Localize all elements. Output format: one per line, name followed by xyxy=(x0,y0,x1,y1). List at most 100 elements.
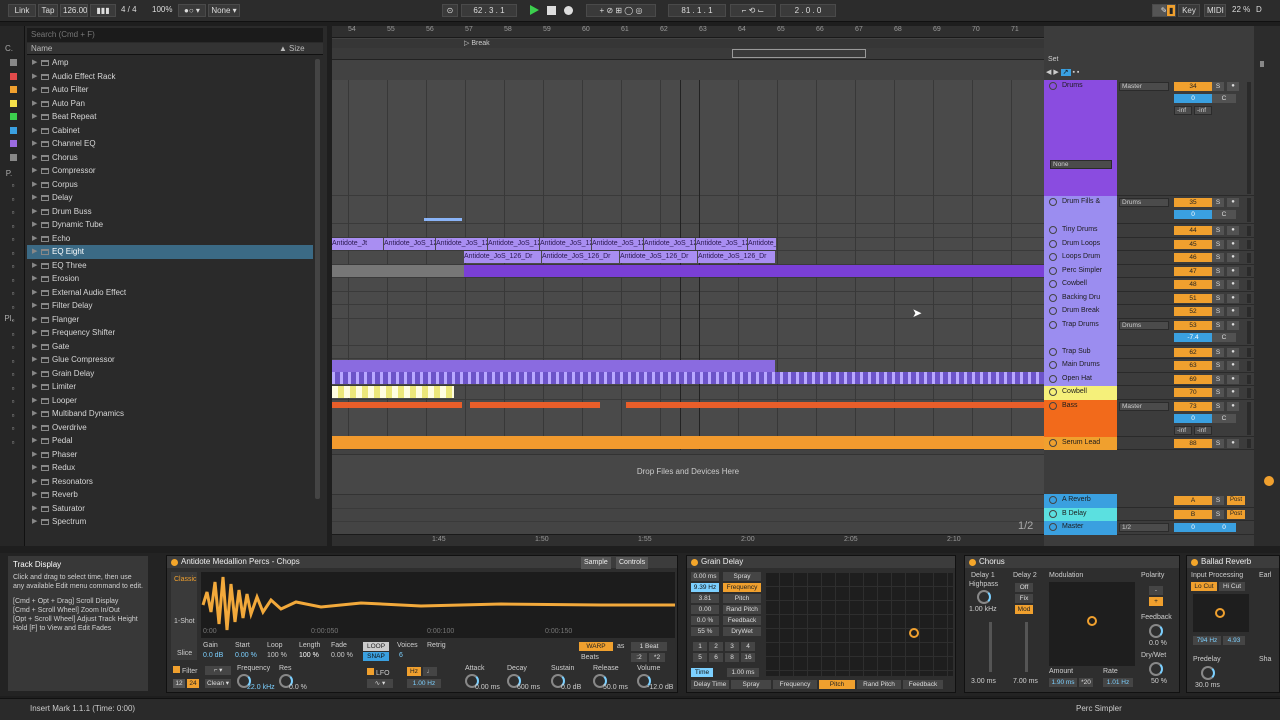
audio-clip[interactable] xyxy=(332,402,462,408)
return-track-name[interactable]: B Delay xyxy=(1044,507,1117,521)
release-value[interactable]: 50.0 ms xyxy=(603,684,628,691)
sustain-value[interactable]: 0.0 dB xyxy=(561,684,581,691)
audio-clip[interactable]: Antidote_Jt xyxy=(332,238,383,250)
grain-grid-button[interactable]: 1 xyxy=(693,642,707,651)
arm-button[interactable]: ● xyxy=(1227,280,1239,289)
browser-item[interactable]: ▶ Drum Buss xyxy=(27,205,313,219)
track-header[interactable]: Bass Master 73 S ● 0 C -inf -inf xyxy=(1044,399,1254,437)
expand-arrow-icon[interactable]: ▶ xyxy=(32,83,37,97)
track-lane[interactable] xyxy=(332,305,1044,319)
predelay-value[interactable]: 30.0 ms xyxy=(1195,682,1220,689)
track-fold-icon[interactable] xyxy=(1049,388,1057,396)
return-track-name[interactable]: Master xyxy=(1044,521,1117,535)
arrangement-position-button[interactable]: ⊙ xyxy=(442,4,458,17)
expand-arrow-icon[interactable]: ▶ xyxy=(32,232,37,246)
highpass-value[interactable]: 1.00 kHz xyxy=(969,606,997,613)
track-fold-icon[interactable] xyxy=(1049,198,1057,206)
browser-item[interactable]: ▶ Resonators xyxy=(27,475,313,489)
arm-button[interactable]: ● xyxy=(1227,374,1239,384)
audio-clip[interactable]: Antidote_JoS_126_Dr xyxy=(696,238,747,250)
arm-button[interactable]: ● xyxy=(1227,266,1239,276)
expand-arrow-icon[interactable]: ▶ xyxy=(32,286,37,300)
browser-item[interactable]: ▶ EQ Eight xyxy=(27,245,313,259)
length-value[interactable]: 100 % xyxy=(299,652,319,659)
track-name[interactable]: Main Drums xyxy=(1044,359,1117,373)
track-name[interactable]: Drum Loops xyxy=(1044,237,1117,251)
drum-choke-menu[interactable]: None xyxy=(1050,160,1112,169)
collection-color-icon[interactable] xyxy=(10,59,17,66)
delay2-slider[interactable] xyxy=(1025,622,1028,672)
arm-button[interactable]: ● xyxy=(1227,361,1239,370)
track-fold-icon[interactable] xyxy=(1049,509,1057,518)
midi-clip[interactable] xyxy=(332,386,454,398)
track-name[interactable]: Loops Drum xyxy=(1044,251,1117,265)
reverb-title[interactable]: Ballad Reverb xyxy=(1187,556,1279,568)
midi-clip[interactable] xyxy=(332,372,1044,384)
category-icon[interactable]: ▫ xyxy=(7,303,19,313)
frequency-value[interactable]: 22.0 kHz xyxy=(247,684,275,691)
grain-param-button[interactable]: Feedback xyxy=(723,616,761,625)
track-pan-volume[interactable]: 0 xyxy=(1174,210,1212,219)
pan-value[interactable]: C xyxy=(1212,94,1236,103)
track-name[interactable]: Tiny Drums xyxy=(1044,224,1117,238)
arm-button[interactable]: ● xyxy=(1227,293,1239,303)
input-level[interactable]: -inf xyxy=(1174,425,1192,435)
track-name[interactable]: Cowbell xyxy=(1044,386,1117,400)
track-lane[interactable] xyxy=(332,318,1044,346)
arrangement-overview[interactable] xyxy=(332,48,1044,60)
category-icon[interactable]: ▫ xyxy=(7,181,19,191)
browser-item[interactable]: ▶ Saturator xyxy=(27,502,313,516)
category-icon[interactable]: ▫ xyxy=(7,262,19,272)
grain-delay-device[interactable]: Grain Delay 0.00 ms Spray 9.39 Hz Frequency… xyxy=(686,555,956,693)
category-icon[interactable]: ▫ xyxy=(7,397,19,407)
link-button[interactable]: Link xyxy=(8,4,36,17)
browser-item[interactable]: ▶ Auto Pan xyxy=(27,97,313,111)
arrangement-position[interactable]: 62 . 3 . 1 xyxy=(461,4,517,17)
expand-arrow-icon[interactable]: ▶ xyxy=(32,326,37,340)
return-letter[interactable]: A xyxy=(1174,496,1212,505)
audio-clip[interactable]: Antidote_JoS_126_Dr xyxy=(592,238,643,250)
arm-button[interactable]: ● xyxy=(1227,401,1239,411)
lfo-hz-toggle[interactable]: Hz xyxy=(407,667,421,676)
browser-item[interactable]: ▶ Limiter xyxy=(27,380,313,394)
browser-item[interactable]: ▶ Frequency Shifter xyxy=(27,326,313,340)
expand-arrow-icon[interactable]: ▶ xyxy=(32,299,37,313)
track-volume[interactable]: 44 xyxy=(1174,226,1212,235)
track-lane[interactable] xyxy=(332,80,1044,196)
locator-bar[interactable]: ▷ Break xyxy=(332,39,1044,48)
category-icon[interactable]: ▫ xyxy=(7,343,19,353)
volume-value[interactable]: -12.0 dB xyxy=(647,684,673,691)
solo-button[interactable]: S xyxy=(1212,388,1224,397)
punch-loop-buttons[interactable]: ⌐ ⟲ ⌙ xyxy=(730,4,776,17)
audio-clip[interactable]: Antidote_JoS_126_Dr xyxy=(644,238,695,250)
track-fold-icon[interactable] xyxy=(1049,266,1057,275)
track-header[interactable]: Perc Simpler 47 S ● xyxy=(1044,264,1254,278)
tempo-field[interactable]: 126.00 xyxy=(60,4,88,17)
expand-arrow-icon[interactable]: ▶ xyxy=(32,488,37,502)
track-fold-icon[interactable] xyxy=(1049,347,1057,356)
device-power-icon[interactable] xyxy=(171,559,178,566)
device-power-icon[interactable] xyxy=(691,559,698,566)
expand-arrow-icon[interactable]: ▶ xyxy=(32,272,37,286)
tab-sample[interactable]: Sample xyxy=(581,557,611,569)
reverb-freq[interactable]: 794 Hz xyxy=(1193,636,1221,645)
amount-value[interactable]: 1.90 ms xyxy=(1049,678,1077,687)
grain-grid-button[interactable]: 3 xyxy=(725,642,739,651)
expand-arrow-icon[interactable]: ▶ xyxy=(32,97,37,111)
track-fold-icon[interactable] xyxy=(1049,280,1057,288)
track-volume[interactable]: 51 xyxy=(1174,293,1212,303)
track-lanes[interactable]: Antidote_JtAntidote_JoS_126_DrAntidote_J… xyxy=(332,80,1051,450)
browser-item[interactable]: ▶ Echo xyxy=(27,232,313,246)
track-volume[interactable]: 52 xyxy=(1174,307,1212,316)
key-map-button[interactable]: Key xyxy=(1178,4,1200,17)
loop-value[interactable]: 100 % xyxy=(267,652,287,659)
track-name[interactable]: Cowbell xyxy=(1044,278,1117,292)
category-icon[interactable]: ▫ xyxy=(7,222,19,232)
xy-pad-handle[interactable] xyxy=(909,628,919,638)
collection-color-icon[interactable] xyxy=(10,126,17,134)
start-value[interactable]: 0.00 % xyxy=(235,652,257,659)
record-options[interactable]: + ⊘ ⊞ ◯ ◎ xyxy=(586,4,656,17)
output-level[interactable]: -inf xyxy=(1194,106,1212,115)
grain-param-value[interactable]: 9.39 Hz xyxy=(691,583,719,592)
polarity-minus[interactable]: - xyxy=(1149,586,1163,595)
